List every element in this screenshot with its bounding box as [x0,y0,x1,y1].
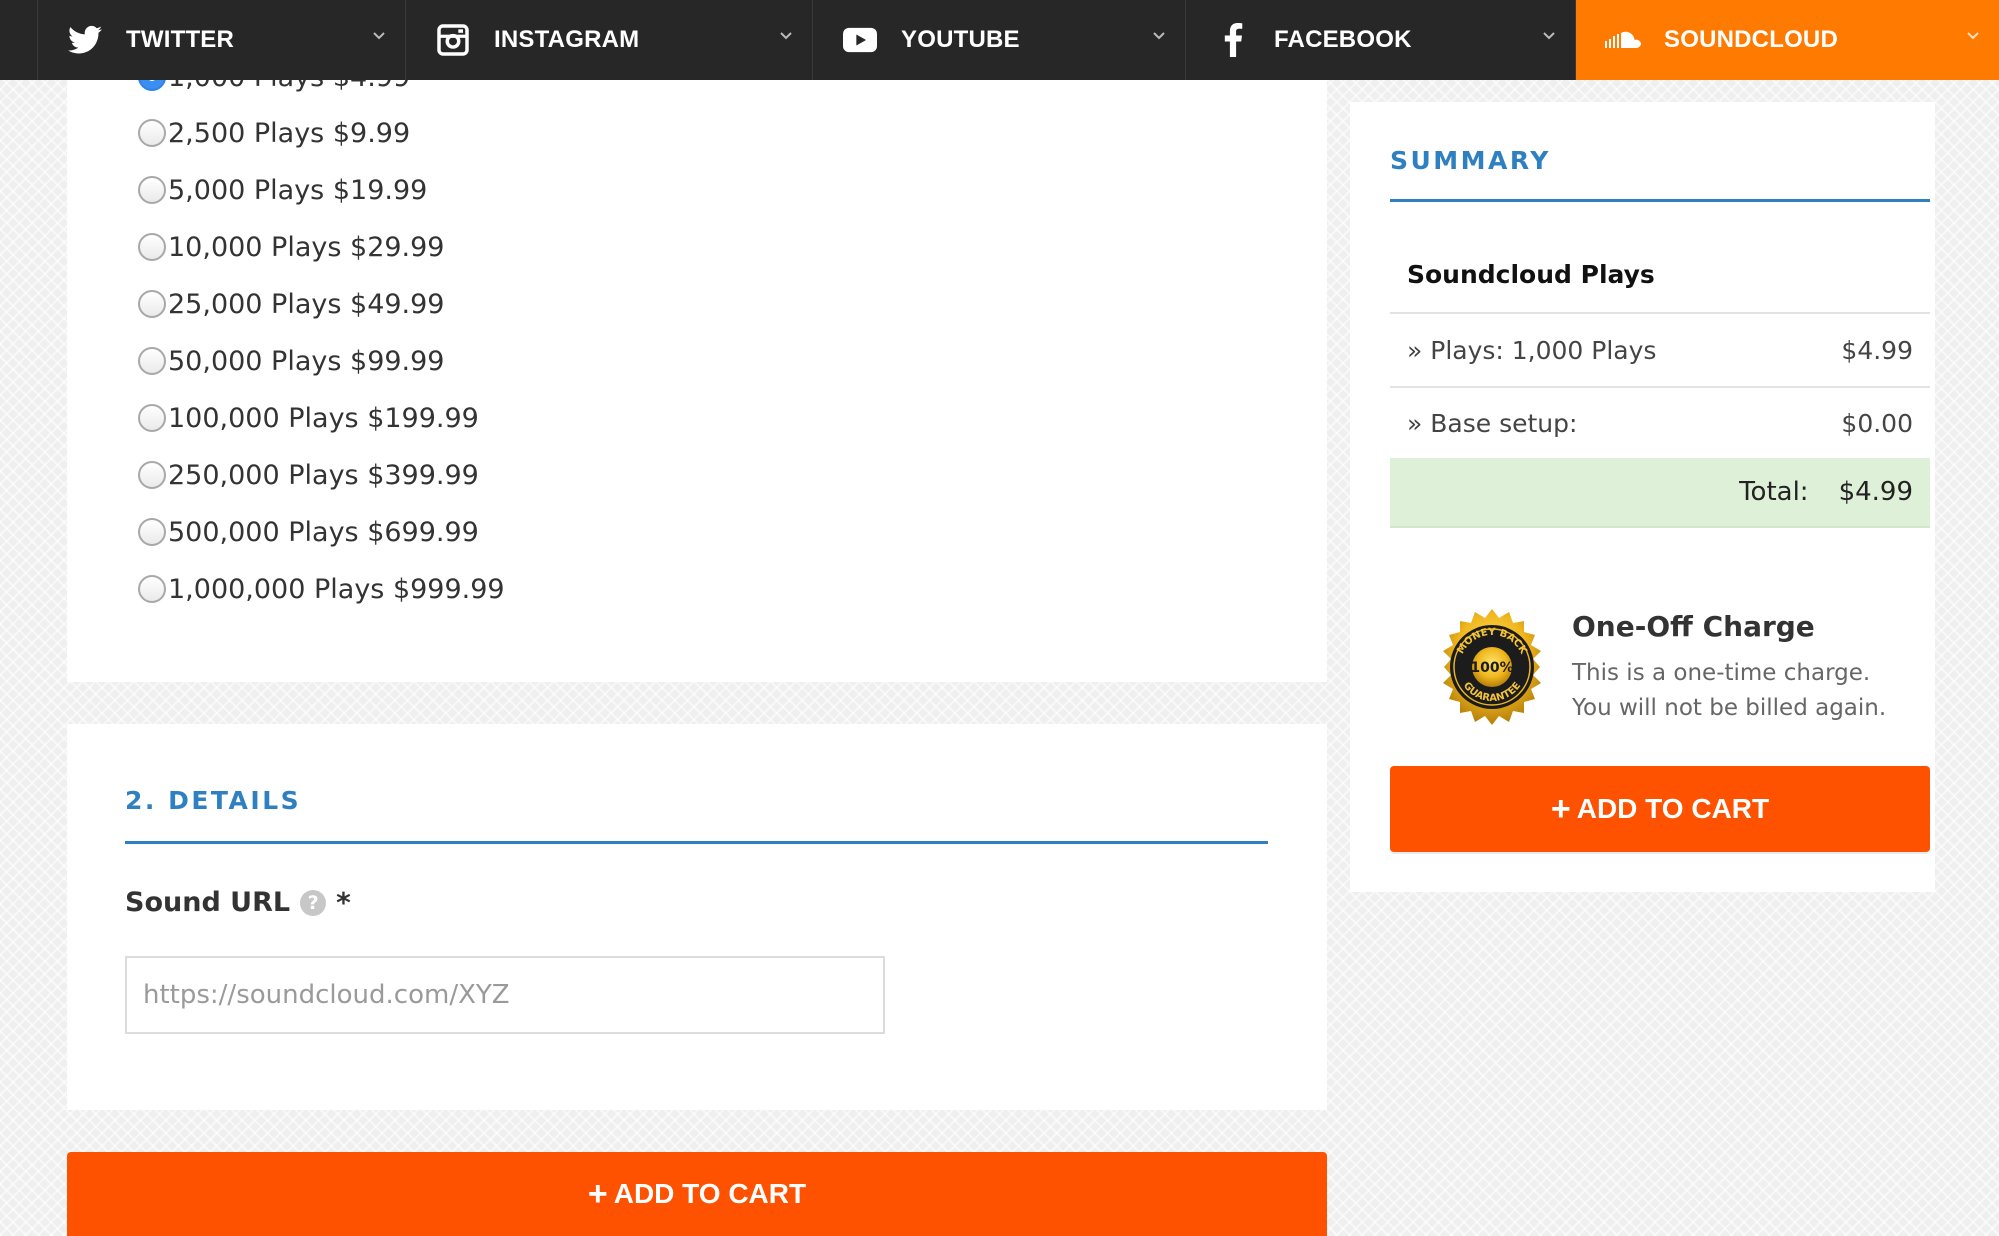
summary-row-value: $4.99 [1841,335,1913,365]
nav-item-soundcloud[interactable]: SOUNDCLOUD [1576,0,1999,80]
nav-item-twitter[interactable]: TWITTER [38,0,406,80]
nav-left-spacer [0,0,38,80]
section-divider [1390,199,1930,202]
plays-option-label: 500,000 Plays $699.99 [168,516,479,548]
one-off-charge-title: One-Off Charge [1572,610,1815,643]
summary-row-label: » Plays: 1,000 Plays [1407,335,1657,365]
radio-button[interactable] [138,347,166,375]
required-asterisk: * [336,886,351,919]
plays-option-label: 2,500 Plays $9.99 [168,117,411,149]
plays-options-panel: 1,000 Plays $4.99 2,500 Plays $9.99 5,00… [67,62,1327,682]
total-label: Total: [1739,477,1809,507]
help-question-icon[interactable]: ? [300,889,327,916]
plays-option-label: 25,000 Plays $49.99 [168,288,445,320]
radio-button[interactable] [138,176,166,204]
radio-button[interactable] [138,575,166,603]
plays-option-5000[interactable]: 5,000 Plays $19.99 [138,170,427,210]
plays-option-10000[interactable]: 10,000 Plays $29.99 [138,227,445,267]
plays-option-label: 10,000 Plays $29.99 [168,231,445,263]
plays-option-250000[interactable]: 250,000 Plays $399.99 [138,455,479,495]
total-value: $4.99 [1838,477,1913,507]
plays-option-50000[interactable]: 50,000 Plays $99.99 [138,341,445,381]
chevron-down-icon [373,32,385,40]
sound-url-label: Sound URL ? * [125,886,351,919]
plays-option-label: 50,000 Plays $99.99 [168,345,445,377]
facebook-f-icon [1214,21,1252,59]
radio-button[interactable] [138,233,166,261]
sound-url-input[interactable] [125,956,885,1034]
badge-center-text: 100% [1470,660,1513,676]
chevron-down-icon [1153,32,1165,40]
radio-button[interactable] [138,119,166,147]
nav-label: YOUTUBE [901,26,1020,53]
money-back-guarantee-badge-icon: MONEY BACK GUARANTEE 100% [1443,609,1541,725]
chevron-down-icon [780,32,792,40]
nav-item-instagram[interactable]: INSTAGRAM [406,0,813,80]
plays-option-2500[interactable]: 2,500 Plays $9.99 [138,113,410,153]
button-label: ADD TO CART [613,1178,807,1209]
radio-button[interactable] [138,290,166,318]
radio-button[interactable] [138,404,166,432]
summary-add-to-cart-button[interactable]: + ADD TO CART [1390,766,1930,852]
plays-option-500000[interactable]: 500,000 Plays $699.99 [138,512,479,552]
add-to-cart-button[interactable]: + ADD TO CART [67,1152,1327,1236]
summary-row-label: » Base setup: [1407,408,1578,438]
summary-title: SUMMARY [1390,146,1551,175]
summary-row-plays: » Plays: 1,000 Plays $4.99 [1390,314,1930,386]
nav-label: SOUNDCLOUD [1664,26,1838,53]
chevron-down-icon [1543,32,1555,40]
details-panel: 2. DETAILS Sound URL ? * [67,724,1327,1110]
summary-row-value: $0.00 [1841,408,1913,438]
plays-option-label: 100,000 Plays $199.99 [168,402,479,434]
youtube-play-icon [841,21,879,59]
summary-row-base-setup: » Base setup: $0.00 [1390,387,1930,459]
radio-button[interactable] [138,518,166,546]
nav-item-facebook[interactable]: FACEBOOK [1186,0,1576,80]
plus-icon: + [1550,790,1571,828]
plays-option-100000[interactable]: 100,000 Plays $199.99 [138,398,479,438]
summary-total-row: Total: $4.99 [1390,458,1930,528]
field-label-text: Sound URL [125,887,291,918]
nav-item-youtube[interactable]: YOUTUBE [813,0,1186,80]
plays-option-label: 5,000 Plays $19.99 [168,174,428,206]
top-navigation: TWITTER INSTAGRAM YOUTUBE FACEBOOK SOUND… [0,0,1999,80]
plays-option-label: 1,000,000 Plays $999.99 [168,573,505,605]
one-off-charge-text: This is a one-time charge. You will not … [1572,656,1886,726]
plays-option-1000000[interactable]: 1,000,000 Plays $999.99 [138,569,505,609]
instagram-camera-icon [434,21,472,59]
order-summary-panel: SUMMARY Soundcloud Plays » Plays: 1,000 … [1350,102,1935,892]
button-label: ADD TO CART [1576,793,1770,824]
one-off-line: You will not be billed again. [1572,695,1887,721]
plus-icon: + [587,1175,608,1213]
one-off-line: This is a one-time charge. [1572,660,1871,686]
plays-option-label: 250,000 Plays $399.99 [168,459,479,491]
nav-label: TWITTER [126,26,235,53]
twitter-bird-icon [66,21,104,59]
nav-label: FACEBOOK [1274,26,1412,53]
details-section-title: 2. DETAILS [125,786,302,815]
summary-product-name: Soundcloud Plays [1407,260,1655,289]
nav-label: INSTAGRAM [494,26,640,53]
soundcloud-icon [1604,21,1642,59]
radio-button[interactable] [138,461,166,489]
section-divider [125,841,1268,844]
chevron-down-icon [1967,32,1979,40]
plays-option-25000[interactable]: 25,000 Plays $49.99 [138,284,445,324]
